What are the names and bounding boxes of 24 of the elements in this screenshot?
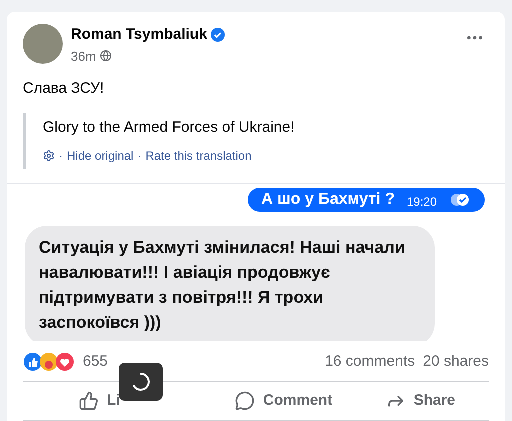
message-time: 19:20 [406,194,437,211]
translation-link[interactable]: Hide original [67,147,134,165]
separator-dot: · [138,148,142,165]
reaction-icons[interactable] [23,352,75,372]
comments-count[interactable]: 16 comments [325,350,416,374]
translation-link[interactable]: Rate this translation [146,147,252,165]
post-text: Слава ЗСУ! [22,79,106,99]
speech-bubble-icon [235,391,256,412]
spinner-icon [131,372,151,392]
shares-count[interactable]: 20 shares [423,350,489,374]
message-text: А шо у Бахмуті ? [262,190,395,210]
thumbs-up-icon [79,391,99,412]
action-button[interactable]: Comment [216,382,352,420]
separator-dot: · [59,148,63,165]
action-button[interactable]: Li [23,382,216,420]
reaction-count[interactable]: 655 [83,350,108,374]
action-button[interactable]: Share [352,382,490,420]
post-time[interactable]: 36m [71,46,96,66]
avatar[interactable] [23,24,63,64]
translated-text: Glory to the Armed Forces of Ukraine! [43,118,296,138]
message-text: Ситуація у Бахмуті змінилася! Наші начали навалювати!!! І авіація продовжує підтримувати з повітря!!! Я трохи заспокоївся ))) [39,238,406,332]
settings-icon[interactable] [43,150,55,162]
author-name[interactable]: Roman Tsymbaliuk [71,24,208,46]
globe-icon [100,50,112,62]
